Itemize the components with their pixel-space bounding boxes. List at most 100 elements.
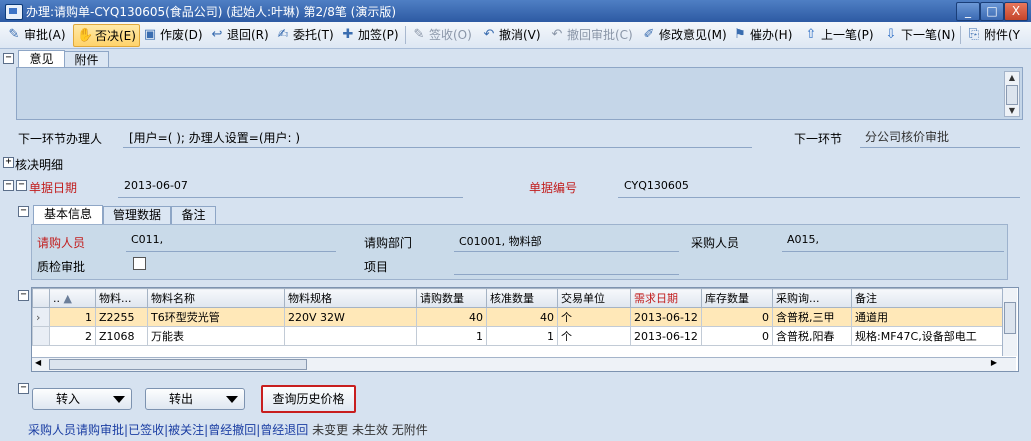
table-cell[interactable]: 个 — [557, 307, 631, 327]
grid-horizontal-scrollbar[interactable]: ◀ ▶ — [32, 357, 1016, 371]
scroll-right-icon[interactable]: ▶ — [991, 358, 997, 367]
table-cell[interactable]: 40 — [486, 307, 558, 327]
transfer-in-dropdown[interactable]: 转入 — [32, 388, 132, 410]
return-button[interactable]: ↩ 退回(R) — [209, 24, 269, 45]
table-cell[interactable] — [284, 326, 417, 346]
collapse-toggle-icon[interactable]: − — [3, 53, 14, 64]
reject-button[interactable]: ✋ 否决(E) — [73, 24, 140, 47]
doc-number-value: CYQ130605 — [624, 179, 689, 192]
scroll-left-icon[interactable]: ◀ — [35, 358, 41, 367]
collapse-toggle-icon[interactable]: − — [18, 383, 29, 394]
image-icon: ▣ — [143, 26, 157, 42]
grid-vertical-scrollbar[interactable] — [1002, 288, 1017, 356]
qc-approval-checkbox[interactable] — [133, 257, 146, 270]
department-label: 请购部门 — [364, 236, 413, 250]
undo-approval-button[interactable]: ↶ 撤回审批(C) — [549, 24, 633, 45]
column-header[interactable]: 采购询... — [772, 288, 852, 308]
void-button[interactable]: ▣ 作废(D) — [142, 24, 203, 45]
maximize-button[interactable]: □ — [980, 2, 1004, 21]
column-header[interactable]: 交易单位 — [557, 288, 631, 308]
status-link[interactable]: 已签收 — [128, 423, 164, 437]
expand-toggle-icon[interactable]: + — [3, 157, 14, 168]
pen-icon: ✎ — [8, 26, 20, 42]
collapse-toggle-icon[interactable]: − — [18, 206, 29, 217]
table-cell[interactable]: 220V 32W — [284, 307, 417, 327]
column-header[interactable]: 备注 — [851, 288, 1017, 308]
delegate-button[interactable]: ✍ 委托(T) — [275, 24, 334, 45]
table-header-row: .. ▲ 物料... 物料名称 物料规格 请购数量 核准数量 交易单位 需求日期… — [32, 288, 1017, 308]
status-link[interactable]: 曾经撤回 — [208, 423, 256, 437]
table-cell[interactable]: 通道用 — [851, 307, 1017, 327]
field-underline — [454, 274, 679, 275]
column-header[interactable]: 核准数量 — [486, 288, 558, 308]
prev-button[interactable]: ⇧ 上一笔(P) — [803, 24, 874, 45]
column-header[interactable]: 需求日期 — [630, 288, 702, 308]
urge-button[interactable]: ⚑ 催办(H) — [732, 24, 792, 45]
column-header[interactable]: 物料... — [95, 288, 148, 308]
table-cell[interactable]: T6环型荧光管 — [147, 307, 285, 327]
table-cell[interactable]: 含普税,三甲 — [772, 307, 852, 327]
table-cell[interactable]: 1 — [486, 326, 558, 346]
collapse-toggle-icon[interactable]: − — [3, 180, 14, 191]
scroll-up-icon[interactable]: ▲ — [1005, 72, 1019, 83]
approve-button[interactable]: ✎ 审批(A) — [6, 24, 66, 45]
opinion-textarea[interactable]: ▲ ▼ — [16, 67, 1023, 120]
qc-approval-label: 质检审批 — [37, 260, 86, 274]
table-cell[interactable]: 2 — [49, 326, 96, 346]
column-header[interactable]: 库存数量 — [701, 288, 773, 308]
minimize-button[interactable]: _ — [956, 2, 980, 21]
attachment-button[interactable]: ⎘ 附件(Y — [966, 24, 1020, 45]
table-cell[interactable]: 个 — [557, 326, 631, 346]
table-cell[interactable]: 0 — [701, 326, 773, 346]
scroll-thumb[interactable] — [1006, 85, 1018, 105]
table-cell[interactable]: 2013-06-12 — [630, 326, 702, 346]
field-underline — [118, 197, 463, 198]
next-button[interactable]: ⇩ 下一笔(N) — [883, 24, 956, 45]
transfer-out-dropdown[interactable]: 转出 — [145, 388, 245, 410]
table-cell[interactable]: 0 — [701, 307, 773, 327]
column-header[interactable]: .. ▲ — [49, 288, 96, 308]
column-header[interactable]: 物料名称 — [147, 288, 285, 308]
scroll-down-icon[interactable]: ▼ — [1005, 105, 1019, 116]
scroll-thumb[interactable] — [49, 359, 307, 370]
approval-details-label[interactable]: 核决明细 — [15, 156, 63, 173]
scroll-thumb[interactable] — [1004, 302, 1016, 334]
field-underline — [126, 251, 336, 252]
table-row[interactable]: › 1 Z2255 T6环型荧光管 220V 32W 40 40 个 2013-… — [32, 307, 1017, 327]
table-cell[interactable]: Z1068 — [95, 326, 148, 346]
collapse-toggle-icon[interactable]: − — [16, 180, 27, 191]
paperclip-icon: ⎘ — [968, 26, 980, 42]
tab-management-data[interactable]: 管理数据 — [103, 206, 171, 224]
delegate-icon: ✍ — [277, 26, 289, 42]
collapse-toggle-icon[interactable]: − — [18, 290, 29, 301]
column-header[interactable]: 请购数量 — [416, 288, 487, 308]
requester-value: C011, — [131, 233, 164, 246]
modify-opinion-button[interactable]: ✐ 修改意见(M) — [641, 24, 727, 45]
status-link[interactable]: 采购人员请购审批 — [28, 423, 124, 437]
table-cell[interactable]: 万能表 — [147, 326, 285, 346]
arrow-up-icon: ⇧ — [805, 26, 817, 42]
undo-button[interactable]: ↶ 撤消(V) — [481, 24, 541, 45]
receive-button[interactable]: ✎ 签收(O) — [411, 24, 472, 45]
table-cell[interactable]: 规格:MF47C,设备部电工 — [851, 326, 1017, 346]
close-button[interactable]: X — [1004, 2, 1028, 21]
table-cell[interactable]: 1 — [416, 326, 487, 346]
tab-remarks[interactable]: 备注 — [171, 206, 216, 224]
next-step-value: 分公司核价审批 — [865, 130, 950, 144]
add-sign-button[interactable]: ✚ 加签(P) — [340, 24, 399, 45]
tab-basic-info[interactable]: 基本信息 — [33, 205, 103, 224]
column-header[interactable]: 物料规格 — [284, 288, 417, 308]
price-history-button[interactable]: 查询历史价格 — [261, 385, 356, 413]
table-cell[interactable]: 2013-06-12 — [630, 307, 702, 327]
table-cell[interactable]: 40 — [416, 307, 487, 327]
project-label: 项目 — [364, 260, 389, 274]
undo-approval-icon: ↶ — [551, 26, 563, 42]
table-cell[interactable]: Z2255 — [95, 307, 148, 327]
status-link[interactable]: 被关注 — [168, 423, 204, 437]
row-pointer-icon: › — [32, 307, 50, 327]
table-cell[interactable]: 1 — [49, 307, 96, 327]
status-link[interactable]: 曾经退回 — [260, 423, 308, 437]
table-row[interactable]: 2 Z1068 万能表 1 1 个 2013-06-12 0 含普税,阳春 规格… — [32, 326, 1017, 346]
table-cell[interactable]: 含普税,阳春 — [772, 326, 852, 346]
vertical-scrollbar[interactable]: ▲ ▼ — [1004, 71, 1020, 117]
